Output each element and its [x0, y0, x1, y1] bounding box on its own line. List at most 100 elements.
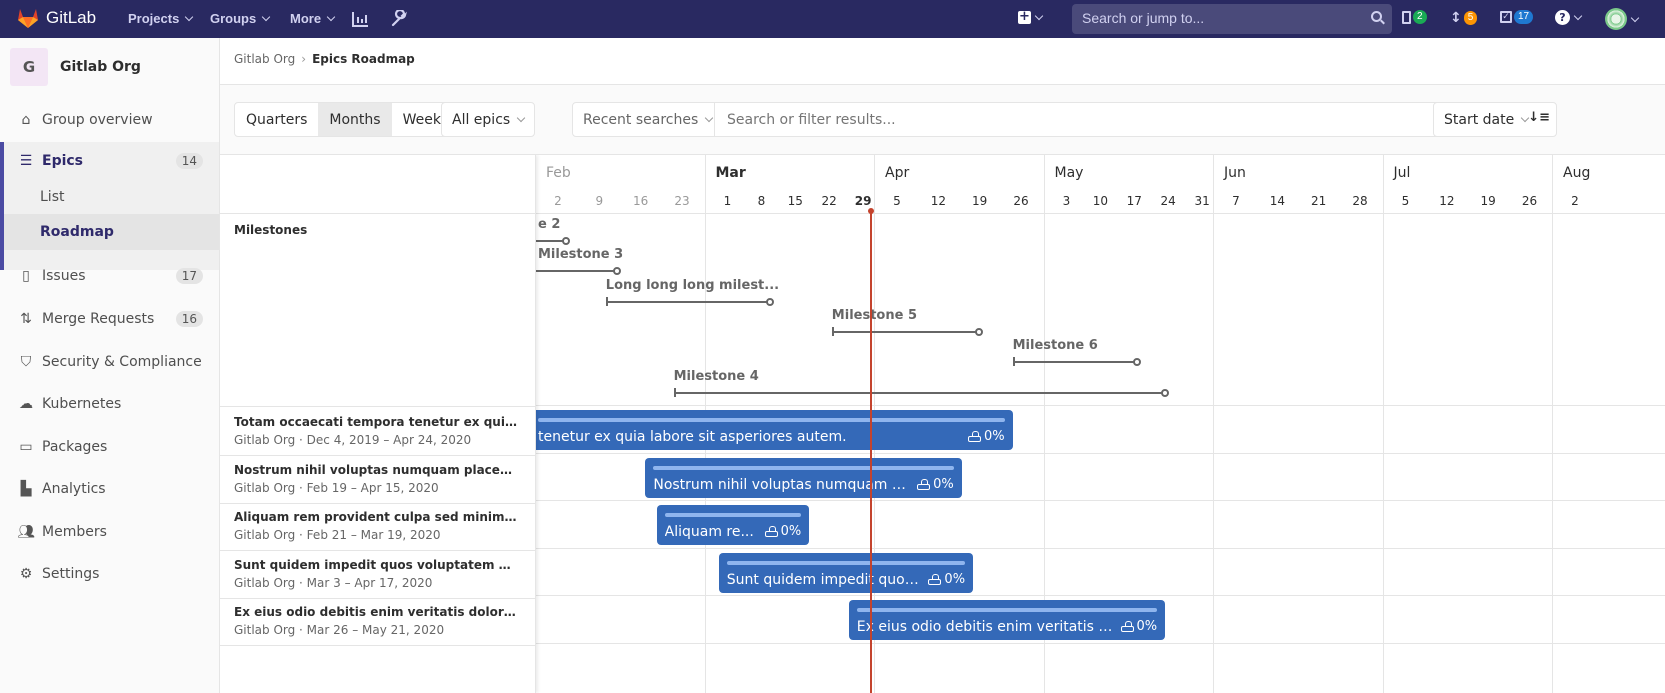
sort-dropdown[interactable]: Start date ↓≡	[1433, 102, 1557, 137]
wrench-icon[interactable]	[390, 10, 408, 28]
sidebar-item-merge-requests[interactable]: ⇅ Merge Requests 16	[0, 297, 219, 341]
week-label: 15	[787, 194, 803, 208]
sidebar-item-kubernetes[interactable]: ☁ Kubernetes	[0, 382, 219, 426]
sidebar-item-settings[interactable]: ⚙ Settings	[0, 552, 219, 596]
epic-bar-title: tenetur ex quia labore sit asperiores au…	[538, 429, 847, 445]
epic-title[interactable]: Nostrum nihil voluptas numquam placeat t…	[234, 463, 519, 477]
milestone-item[interactable]: Long long long milest...	[605, 278, 779, 308]
group-name: Gitlab Org	[60, 59, 141, 75]
plus-square-icon: +	[1018, 9, 1031, 24]
timeframe-months-button[interactable]: Months	[318, 103, 392, 136]
epic-title[interactable]: Totam occaecati tempora tenetur ex quia …	[234, 415, 519, 429]
month-gridline	[1213, 214, 1214, 693]
nav-more-label: More	[290, 11, 322, 26]
roadmap-shell: Milestones Totam occaecati tempora tenet…	[220, 155, 1665, 693]
chart-icon: ▙	[20, 481, 32, 497]
recent-searches-dropdown[interactable]: Recent searches	[573, 103, 715, 136]
epic-timeline-bar[interactable]: Sunt quidem impedit quos ... 0%	[718, 552, 974, 593]
sidebar-subitem-list[interactable]: List	[0, 179, 219, 215]
week-label: 26	[1013, 194, 1029, 208]
chevron-down-icon	[1630, 13, 1640, 22]
milestone-item[interactable]: Milestone 5	[831, 307, 983, 338]
progress-value: 0%	[944, 571, 966, 587]
milestone-title: Milestone 4	[673, 368, 759, 384]
home-icon: ⌂	[21, 112, 31, 128]
mr-count-badge: 5	[1463, 11, 1478, 25]
month-name: Feb	[546, 165, 571, 181]
sidebar-item-label: Kubernetes	[42, 396, 122, 412]
epic-list-item[interactable]: Ex eius odio debitis enim veritatis dolo…	[220, 596, 536, 646]
nav-groups[interactable]: Groups	[210, 11, 271, 26]
sidebar-item-analytics[interactable]: ▙ Analytics	[0, 467, 219, 511]
sidebar-item-issues[interactable]: ▯ Issues 17	[0, 254, 219, 298]
sidebar-item-group-overview[interactable]: ⌂ Group overview	[0, 98, 219, 142]
epic-timeline-bar[interactable]: Ex eius odio debitis enim veritatis dol.…	[848, 600, 1166, 640]
group-header[interactable]: G Gitlab Org	[10, 48, 141, 86]
recent-searches-label: Recent searches	[583, 111, 699, 128]
merge-requests-counter[interactable]: ↕ 5	[1450, 10, 1478, 26]
sidebar-item-epics[interactable]: ☰ Epics 14	[0, 139, 219, 183]
chevron-down-icon	[185, 12, 194, 22]
milestone-item[interactable]: Milestone 4	[673, 368, 1170, 399]
milestone-end-marker	[765, 297, 774, 306]
epics-state-dropdown[interactable]: All epics	[441, 102, 536, 137]
epic-timeline-bar[interactable]: tenetur ex quia labore sit asperiores au…	[530, 410, 1013, 450]
issues-icon	[1402, 10, 1411, 24]
week-label: 24	[1160, 194, 1176, 208]
nav-projects[interactable]: Projects	[128, 11, 194, 26]
milestone-end-marker	[613, 267, 622, 276]
epic-progress-percent: 0%	[764, 524, 801, 539]
package-icon: ▭	[19, 439, 33, 455]
user-menu[interactable]	[1605, 8, 1640, 30]
activity-chart-icon[interactable]	[352, 11, 369, 27]
sort-direction-icon[interactable]: ↓≡	[1528, 110, 1550, 125]
epic-list-item[interactable]: Totam occaecati tempora tenetur ex quia …	[220, 406, 536, 456]
avatar	[1605, 8, 1627, 30]
epic-timeline-bar[interactable]: Aliquam re... 0%	[656, 505, 810, 545]
week-label: 16	[633, 194, 649, 208]
filter-search-input[interactable]	[715, 103, 1502, 136]
new-menu[interactable]: +	[1018, 9, 1044, 24]
epic-list-item[interactable]: Nostrum nihil voluptas numquam placeat t…	[220, 454, 536, 504]
today-indicator	[867, 208, 874, 693]
timeframe-quarters-button[interactable]: Quarters	[235, 103, 318, 136]
gitlab-logo[interactable]: GitLab	[16, 7, 96, 29]
month-header-apr: Apr 5 12 19 26	[875, 155, 1045, 214]
month-name: Jun	[1224, 165, 1246, 181]
sidebar-item-packages[interactable]: ▭ Packages	[0, 425, 219, 469]
todos-counter[interactable]: ✓ 17	[1500, 10, 1534, 24]
nav-more[interactable]: More	[290, 11, 336, 26]
progress-value: 0%	[933, 476, 954, 492]
row-divider	[536, 595, 1665, 596]
epic-title[interactable]: Aliquam rem provident culpa sed minima e…	[234, 510, 519, 524]
merge-request-icon: ↕	[1450, 10, 1462, 26]
epic-timeline-bar[interactable]: Nostrum nihil voluptas numquam pla... 0%	[645, 457, 962, 498]
sidebar-subitem-roadmap[interactable]: Roadmap	[0, 214, 219, 250]
group-avatar: G	[10, 48, 48, 86]
global-search-input[interactable]: Search or jump to...	[1072, 4, 1392, 34]
milestone-timeline-bar	[673, 391, 1166, 394]
milestone-item[interactable]: Milestone 6	[1012, 338, 1141, 368]
epic-list-item[interactable]: Aliquam rem provident culpa sed minima e…	[220, 501, 536, 551]
milestone-start-marker	[831, 326, 834, 336]
epic-title[interactable]: Ex eius odio debitis enim veritatis dolo…	[234, 605, 519, 619]
milestone-title: Milestone 5	[831, 307, 917, 323]
nav-projects-label: Projects	[128, 11, 180, 26]
sidebar-subitem-label: List	[40, 189, 65, 205]
breadcrumb-current[interactable]: Epics Roadmap	[312, 52, 415, 66]
sidebar-item-members[interactable]: 👥︎ Members	[0, 510, 219, 554]
sidebar-item-security[interactable]: ⛉ Security & Compliance	[0, 340, 219, 384]
week-label: 14	[1269, 194, 1285, 208]
epic-list-item[interactable]: Sunt quidem impedit quos voluptatem dolo…	[220, 549, 536, 599]
help-menu[interactable]: ?	[1555, 10, 1583, 25]
epic-meta: Gitlab Org · Dec 4, 2019 – Apr 24, 2020	[234, 433, 472, 447]
brand-name: GitLab	[46, 8, 97, 27]
sidebar-item-label: Group overview	[42, 112, 153, 128]
issues-counter[interactable]: 2	[1402, 10, 1427, 24]
week-label: 26	[1521, 194, 1538, 208]
epic-title[interactable]: Sunt quidem impedit quos voluptatem dolo…	[234, 558, 519, 572]
cloud-gear-icon: ☁	[19, 396, 33, 412]
breadcrumb-group-link[interactable]: Gitlab Org	[234, 52, 295, 66]
roadmap-timeline[interactable]: Feb 2 9 16 23 Mar 1 8 15 22 29 Apr 5 12 19 26 May 3 10 17 24…	[425, 155, 1665, 693]
milestone-end-marker	[1161, 388, 1170, 397]
